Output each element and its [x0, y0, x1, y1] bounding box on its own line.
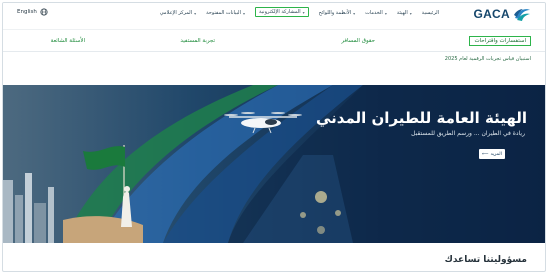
chevron-down-icon: ▾ — [242, 10, 245, 16]
nav-item-home[interactable]: الرئيسية — [422, 9, 439, 17]
tab-beneficiary-experience[interactable]: تجربة المستفيد — [180, 38, 215, 44]
nav-item-label: الخدمات — [365, 10, 383, 16]
nav-item-media-center[interactable]: المركز الإعلامي ▾ — [160, 9, 196, 17]
nav-item-label: الهيئة — [396, 10, 408, 16]
nav-item-label: المشاركة الإلكترونية — [258, 9, 301, 15]
section-title: مسؤوليتنا تساعدك — [444, 255, 527, 265]
chevron-down-icon: ▾ — [302, 9, 305, 15]
hero-subtitle: ريادة في الطيران ... ورسم الطريق للمستقب… — [411, 130, 525, 137]
tower — [3, 180, 13, 243]
tab-label: حقوق المسافر — [341, 38, 375, 44]
chevron-down-icon: ▾ — [409, 10, 412, 16]
chevron-down-icon: ▾ — [384, 10, 387, 16]
nav-item-label: المركز الإعلامي — [159, 10, 193, 16]
chevron-down-icon: ▾ — [353, 10, 356, 16]
rotor — [241, 112, 255, 114]
nav-item-services[interactable]: الخدمات ▾ — [365, 9, 387, 17]
browser-frame: English الرئيسية الهيئة ▾ الخدمات ▾ الأن… — [2, 2, 546, 272]
nav-item-authority[interactable]: الهيئة ▾ — [397, 9, 412, 17]
nav-item-label: الرئيسية — [421, 10, 439, 16]
language-switch[interactable]: English — [17, 8, 48, 16]
globe-icon — [40, 8, 48, 16]
nav-item-regulations[interactable]: الأنظمة واللوائح ▾ — [319, 9, 355, 17]
tab-passenger-rights[interactable]: حقوق المسافر — [341, 38, 375, 44]
tower — [25, 173, 32, 243]
logo-text: GACA — [473, 7, 510, 21]
divider — [3, 51, 545, 52]
rotor — [288, 114, 302, 116]
tab-label: استفسارات واقتراحات — [474, 38, 526, 44]
more-button-label: المزيد — [490, 151, 502, 157]
site-header: English الرئيسية الهيئة ▾ الخدمات ▾ الأن… — [3, 3, 545, 25]
chevron-down-icon: ▾ — [194, 10, 197, 16]
tab-inquiries-suggestions[interactable]: استفسارات واقتراحات — [469, 36, 531, 46]
nav-item-label: البيانات المفتوحة — [206, 10, 241, 16]
site-logo[interactable]: GACA — [473, 6, 531, 22]
hero-title: الهيئة العامة للطيران المدني — [315, 109, 527, 127]
tower — [34, 203, 46, 243]
hero-banner: الهيئة العامة للطيران المدني ريادة في ال… — [3, 85, 545, 243]
arrow-left-icon: ⟵ — [482, 151, 489, 157]
nav-item-e-participation[interactable]: المشاركة الإلكترونية ▾ — [254, 7, 309, 17]
tab-label: تجربة المستفيد — [180, 38, 215, 44]
nav-item-label: الأنظمة واللوائح — [318, 10, 352, 16]
tab-label: الأسئلة الشائعة — [50, 38, 85, 44]
airport-light — [300, 212, 306, 218]
person-head — [124, 186, 130, 192]
airport-light — [317, 226, 325, 234]
gaca-logo-icon — [514, 9, 530, 21]
airport-light — [315, 191, 327, 203]
rotor — [224, 114, 238, 116]
tab-faq[interactable]: الأسئلة الشائعة — [51, 38, 85, 44]
feedback-bar: استفسارات واقتراحات حقوق المسافر تجربة ا… — [3, 29, 545, 51]
airport-light — [335, 210, 341, 216]
language-label: English — [17, 9, 37, 15]
survey-link[interactable]: استبيان قياس تجربات الرقمية لعام 2025 — [445, 56, 531, 62]
tower — [48, 187, 54, 243]
aircraft-cockpit — [265, 119, 277, 125]
nav-item-open-data[interactable]: البيانات المفتوحة ▾ — [206, 9, 245, 17]
more-button[interactable]: ⟵ المزيد — [479, 149, 505, 159]
main-nav: الرئيسية الهيئة ▾ الخدمات ▾ الأنظمة والل… — [160, 7, 439, 17]
tower — [15, 195, 23, 243]
rotor — [271, 112, 285, 114]
